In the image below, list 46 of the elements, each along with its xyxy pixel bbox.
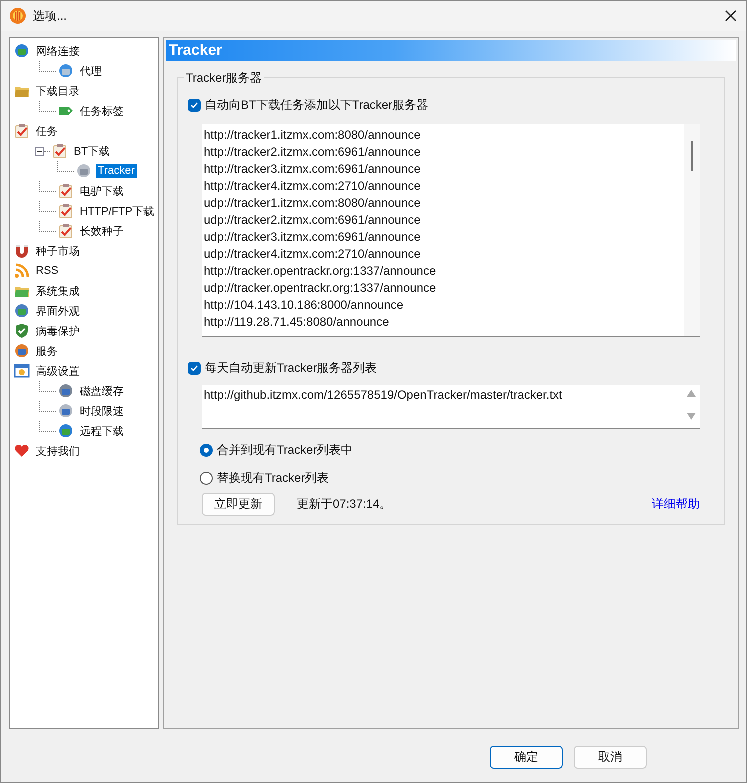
tree-item[interactable]: 网络连接 [34, 42, 82, 60]
radio-label: 合并到现有Tracker列表中 [217, 442, 354, 458]
tree-item[interactable]: 服务 [34, 342, 60, 360]
tree-item[interactable]: 远程下载 [78, 422, 126, 440]
tracker-url: udp://tracker.opentrackr.org:1337/announce [204, 280, 438, 297]
ok-button[interactable]: 确定 [490, 746, 563, 769]
panel-header: Tracker [166, 40, 736, 61]
tracker-url: http://119.28.71.45:8080/announce [204, 314, 390, 331]
url-text: http://github.itzmx.com/1265578519/OpenTracker/master/tracker.txt [204, 388, 562, 404]
tree-item[interactable]: 界面外观 [34, 302, 82, 320]
tree-item[interactable]: 种子市场 [34, 242, 82, 260]
tree-item[interactable]: 任务标签 [78, 102, 126, 120]
tree-item[interactable]: BT下载 [72, 142, 112, 160]
tracker-url: http://tracker3.itzmx.com:6961/announce [204, 161, 422, 178]
checkbox-label: 每天自动更新Tracker服务器列表 [205, 360, 378, 376]
group-title: Tracker服务器 [184, 70, 264, 87]
window-title: 选项... [33, 8, 68, 24]
cancel-button[interactable]: 取消 [574, 746, 647, 769]
tracker-url: udp://tracker4.itzmx.com:2710/announce [204, 246, 422, 263]
radio-label: 替换现有Tracker列表 [217, 470, 330, 486]
tree-item[interactable]: 下载目录 [34, 82, 82, 100]
update-status: 更新于07:37:14。 [297, 496, 393, 513]
tree-item[interactable]: 电驴下载 [78, 182, 126, 200]
tree-item[interactable]: 磁盘缓存 [78, 382, 126, 400]
tree-item[interactable]: HTTP/FTP下载 [78, 202, 157, 220]
tree-item[interactable]: 代理 [78, 62, 104, 80]
update-now-button[interactable]: 立即更新 [202, 493, 275, 516]
tree-item[interactable]: 高级设置 [34, 362, 82, 380]
tree-item[interactable]: RSS [34, 264, 61, 278]
tracker-url: http://tracker4.itzmx.com:2710/announce [204, 178, 422, 195]
tracker-url: http://tracker.opentrackr.org:1337/announce [204, 263, 438, 280]
tree-item[interactable]: 病毒保护 [34, 322, 82, 340]
tracker-url: udp://tracker2.itzmx.com:6961/announce [204, 212, 422, 229]
tree-item[interactable]: 系统集成 [34, 282, 82, 300]
tracker-url: udp://tracker1.itzmx.com:8080/announce [204, 195, 422, 212]
tree-item[interactable]: 支持我们 [34, 442, 82, 460]
tracker-url: http://tracker1.itzmx.com:8080/announce [204, 127, 422, 144]
tree-item[interactable]: 任务 [34, 122, 60, 140]
tracker-url: udp://tracker3.itzmx.com:6961/announce [204, 229, 422, 246]
help-link[interactable]: 详细帮助 [652, 496, 700, 513]
tracker-url: http://tracker2.itzmx.com:6961/announce [204, 144, 422, 161]
tracker-url: http://104.143.10.186:8000/announce [204, 297, 405, 314]
tree-item[interactable]: 长效种子 [78, 222, 126, 240]
tree-item[interactable]: Tracker [96, 164, 137, 178]
checkbox-label: 自动向BT下载任务添加以下Tracker服务器 [205, 96, 429, 114]
tree-item[interactable]: 时段限速 [78, 402, 126, 420]
